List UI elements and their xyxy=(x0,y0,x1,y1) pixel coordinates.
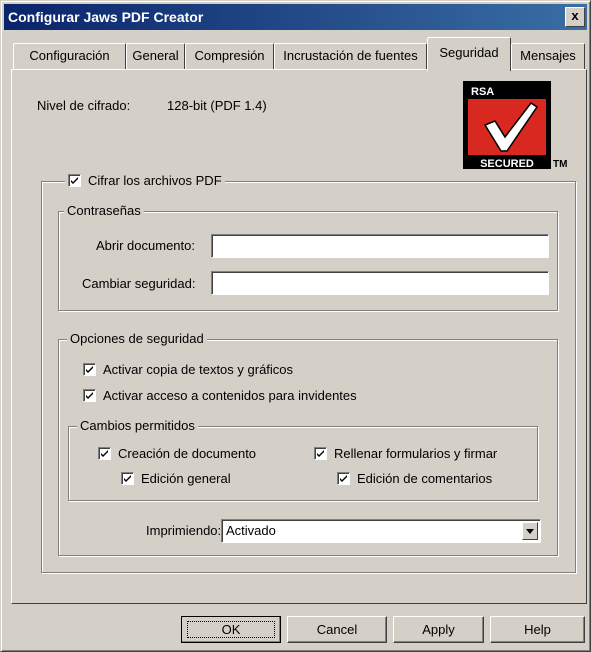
window-title: Configurar Jaws PDF Creator xyxy=(8,9,204,25)
title-bar[interactable]: Configurar Jaws PDF Creator x xyxy=(4,4,587,30)
tab-compresion[interactable]: Compresión xyxy=(185,43,274,69)
cancel-button[interactable]: Cancel xyxy=(287,616,387,643)
tab-general[interactable]: General xyxy=(126,43,185,69)
dialog-window: Configurar Jaws PDF Creator x Configurac… xyxy=(0,0,591,652)
apply-button[interactable]: Apply xyxy=(393,616,484,643)
tab-incrustacion-fuentes[interactable]: Incrustación de fuentes xyxy=(274,43,427,69)
help-button[interactable]: Help xyxy=(490,616,585,643)
tab-mensajes[interactable]: Mensajes xyxy=(511,43,585,69)
tab-seguridad[interactable]: Seguridad xyxy=(427,37,511,71)
close-icon[interactable]: x xyxy=(565,7,585,27)
ok-button[interactable]: OK xyxy=(181,616,281,643)
tab-panel-seguridad xyxy=(11,69,587,604)
tab-configuracion[interactable]: Configuración xyxy=(13,43,126,69)
